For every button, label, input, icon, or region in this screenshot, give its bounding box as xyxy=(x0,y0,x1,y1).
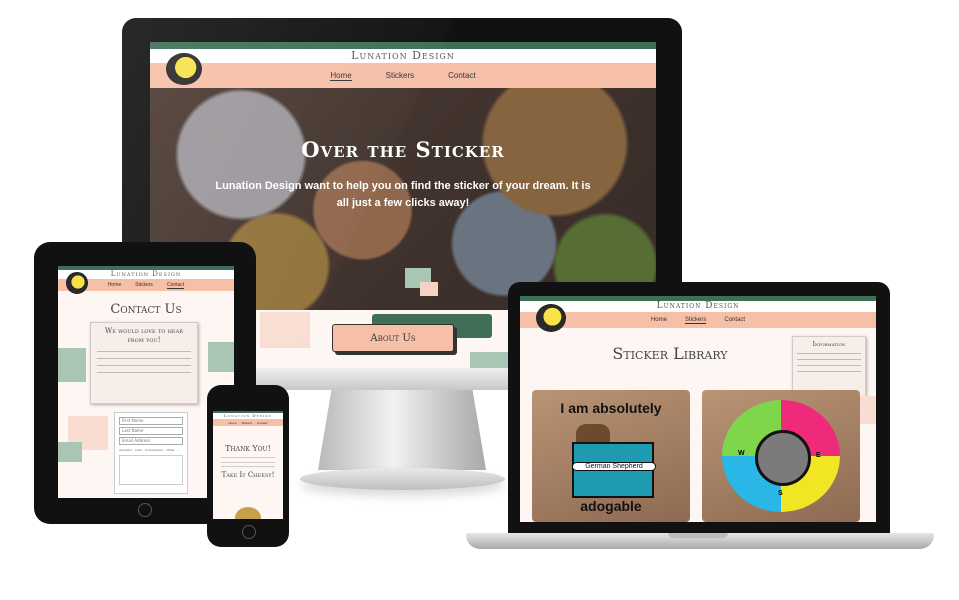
compass-east: E xyxy=(816,452,821,459)
logo-icon[interactable] xyxy=(66,272,88,294)
text-line xyxy=(97,365,191,366)
text-line xyxy=(221,457,275,458)
option-other[interactable]: Other xyxy=(166,448,175,452)
email-field[interactable]: Email Address xyxy=(119,437,183,445)
info-card: Information xyxy=(792,336,866,398)
sticker-card-german-shepherd[interactable]: I am absolutely German Shepherd adogable xyxy=(532,390,690,522)
laptop-notch xyxy=(668,533,728,538)
cheese-image xyxy=(235,507,261,519)
site-header: Lunation Design xyxy=(150,49,656,85)
compass-west: W xyxy=(738,450,745,457)
text-line xyxy=(797,365,861,366)
nav-stickers[interactable]: Stickers xyxy=(386,71,414,80)
compass-rose-icon xyxy=(755,430,811,486)
site-title[interactable]: Lunation Design xyxy=(150,49,656,63)
nav-contact[interactable]: Contact xyxy=(257,421,267,425)
home-button-icon[interactable] xyxy=(138,503,152,517)
nav-stickers[interactable]: Stickers xyxy=(242,421,253,425)
contact-card: We would love to hear from you! xyxy=(90,322,198,404)
text-line xyxy=(97,351,191,352)
nav-home[interactable]: Home xyxy=(228,421,236,425)
nav-contact[interactable]: Contact xyxy=(448,71,476,80)
first-name-field[interactable]: First Name xyxy=(119,417,183,425)
decor-block xyxy=(420,282,438,296)
logo-icon[interactable] xyxy=(536,304,566,332)
desktop-nav: Home Stickers Contact xyxy=(150,63,656,88)
option-idea[interactable]: Idea xyxy=(135,448,141,452)
text-line xyxy=(97,372,191,373)
decor-block xyxy=(58,348,86,382)
text-line xyxy=(797,371,861,372)
hero-text: Lunation Design want to help you on find… xyxy=(215,180,591,209)
text-line xyxy=(97,358,191,359)
sticker-banner: German Shepherd xyxy=(572,462,656,471)
text-line xyxy=(797,353,861,354)
card-title: We would love to hear from you! xyxy=(105,327,183,344)
about-us-button[interactable]: About Us xyxy=(332,324,454,352)
decor-block xyxy=(470,352,510,368)
sticker-top-text: I am absolutely xyxy=(560,400,662,416)
message-textarea[interactable] xyxy=(119,455,183,485)
text-line xyxy=(221,466,275,467)
option-question[interactable]: Question xyxy=(119,448,132,452)
decor-block xyxy=(58,442,82,462)
site-topbar xyxy=(150,42,656,49)
nav-home[interactable]: Home xyxy=(330,71,352,81)
monitor-stand xyxy=(318,390,486,470)
nav-home[interactable]: Home xyxy=(108,282,121,288)
laptop-screen: Lunation Design Home Stickers Contact St… xyxy=(520,296,876,522)
page-title: Sticker Library xyxy=(612,344,728,363)
contact-form: First Name Last Name Email Address Quest… xyxy=(114,412,188,494)
form-options: Question Idea Commission Other xyxy=(119,448,183,452)
phone-screen: Lunation Design Home Stickers Contact Th… xyxy=(213,411,283,519)
nav-stickers[interactable]: Stickers xyxy=(135,282,153,288)
nav-home[interactable]: Home xyxy=(651,317,667,323)
nav-stickers[interactable]: Stickers xyxy=(684,317,707,324)
decor-block xyxy=(260,312,310,348)
laptop-nav: Home Stickers Contact xyxy=(520,312,876,328)
logo-icon[interactable] xyxy=(166,53,202,85)
text-line xyxy=(797,359,861,360)
compass-south: S xyxy=(778,490,783,497)
last-name-field[interactable]: Last Name xyxy=(119,427,183,435)
cheesy-title: Take It Cheesy! xyxy=(221,471,275,479)
text-line xyxy=(221,462,275,463)
sticker-card-compass[interactable]: W E S xyxy=(702,390,860,522)
thank-you-title: Thank You! xyxy=(225,444,271,453)
hero-title: Over the Sticker xyxy=(301,137,505,162)
info-title: Information xyxy=(812,341,846,348)
site-title[interactable]: Lunation Design xyxy=(520,301,876,312)
site-header: Lunation Design xyxy=(520,301,876,332)
sticker-bottom-text: adogable xyxy=(580,498,642,514)
nav-contact[interactable]: Contact xyxy=(166,282,185,289)
phone-nav: Home Stickers Contact xyxy=(213,419,283,426)
decor-block xyxy=(208,342,234,372)
monitor-base xyxy=(300,468,505,490)
home-button-icon[interactable] xyxy=(242,525,256,539)
nav-contact[interactable]: Contact xyxy=(724,317,745,323)
site-header: Lunation Design xyxy=(58,270,234,294)
page-title: Contact Us xyxy=(110,302,182,317)
option-commission[interactable]: Commission xyxy=(145,448,163,452)
